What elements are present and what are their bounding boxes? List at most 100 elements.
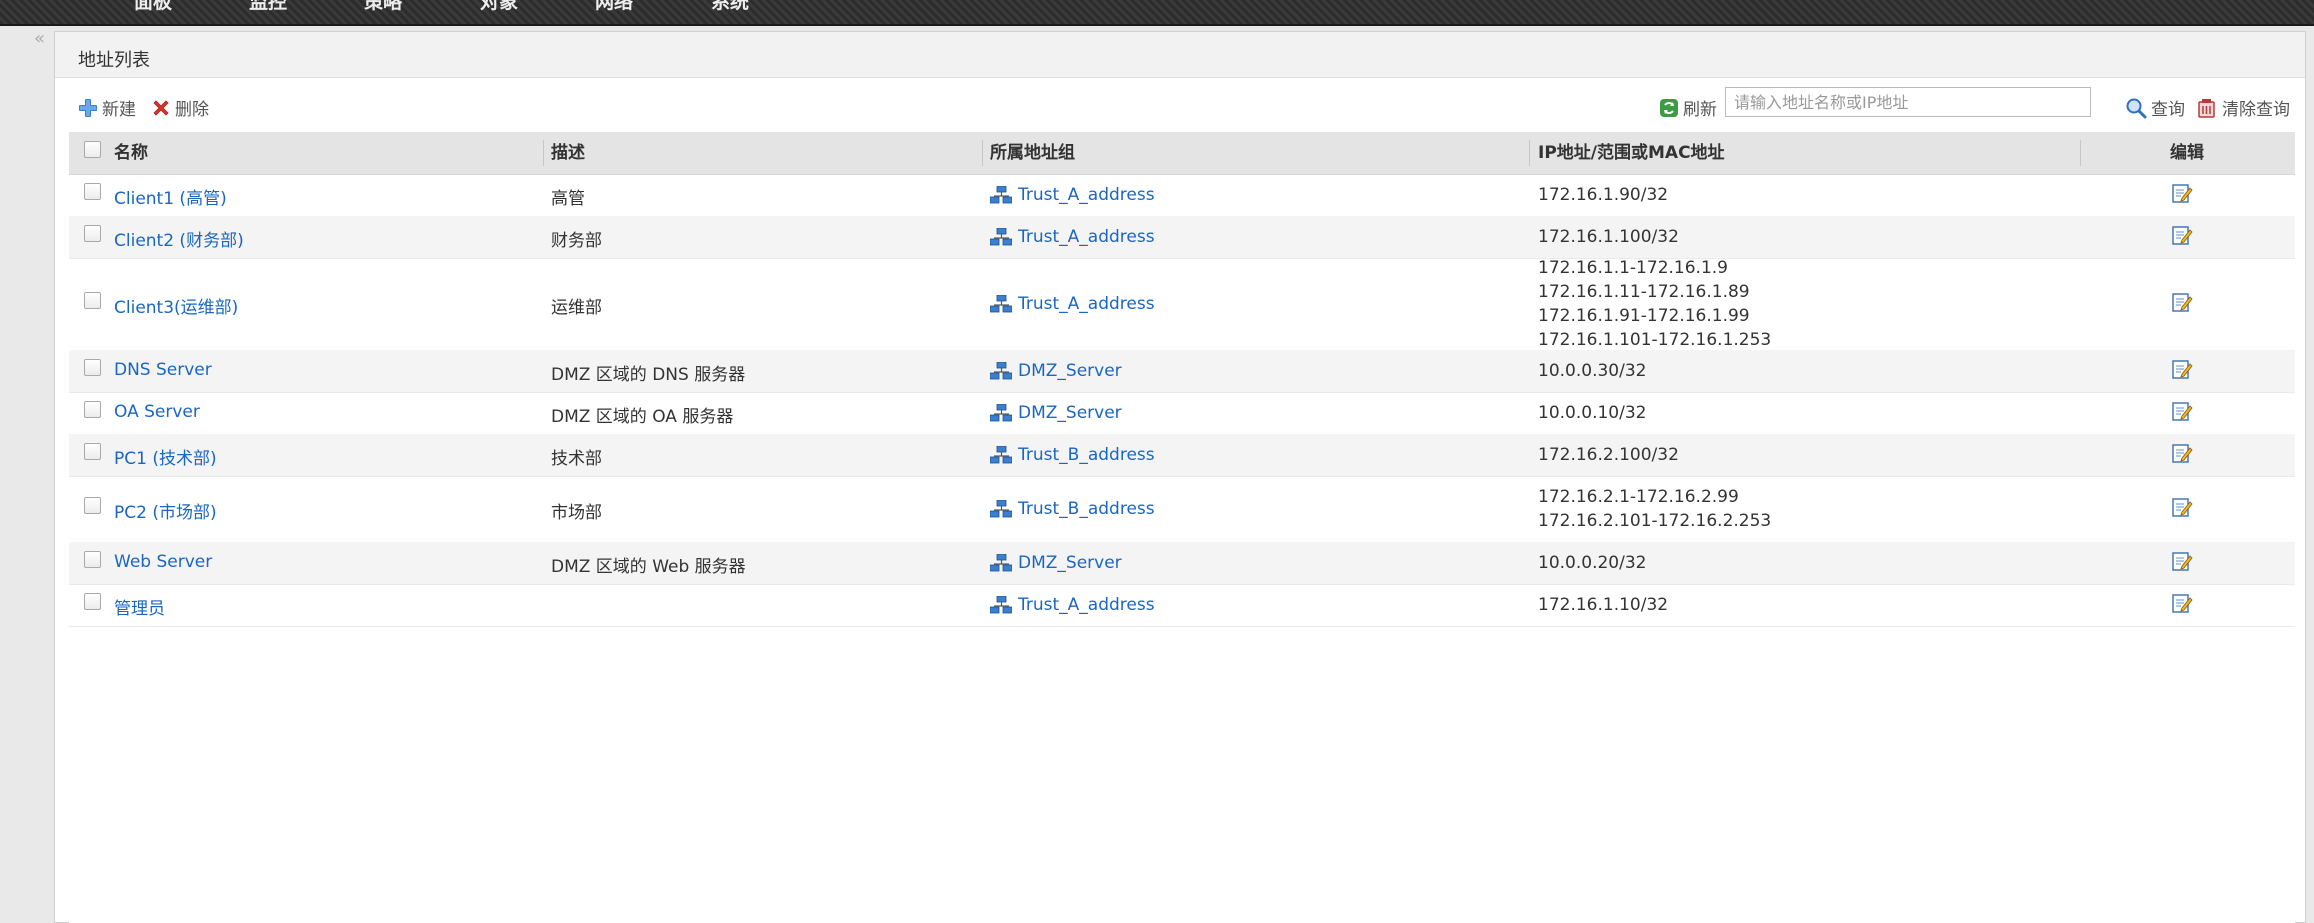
address-group-label: Trust_B_address [1018,499,1155,519]
edit-icon[interactable] [2171,550,2193,576]
table-row: DNS Server DMZ 区域的 DNS 服务器 DMZ_Server 10.0.… [69,350,2295,393]
clear-query-icon [2198,98,2215,118]
address-group-icon [990,228,1012,246]
refresh-label: 刷新 [1683,100,1717,120]
address-group-link[interactable]: Trust_A_address [990,294,1155,314]
address-group-icon [990,500,1012,518]
table-row: PC1 (技术部) 技术部 Trust_B_address 172.16.2.100/… [69,434,2295,477]
column-divider[interactable] [1529,140,1530,166]
row-checkbox[interactable] [84,225,101,242]
search-icon [2126,98,2147,118]
row-checkbox[interactable] [84,359,101,376]
row-checkbox[interactable] [84,443,101,460]
ip-address-cell: 172.16.2.100/32 [1538,443,1679,467]
row-checkbox[interactable] [84,183,101,200]
ip-address-cell: 172.16.1.1-172.16.1.9 172.16.1.11-172.16.… [1538,256,1771,352]
address-group-link[interactable]: Trust_A_address [990,227,1155,247]
nav-item-network[interactable]: 网络 [595,0,633,14]
row-checkbox[interactable] [84,497,101,514]
address-name-link[interactable]: Web Server [114,552,212,572]
address-group-label: Trust_B_address [1018,445,1155,465]
address-name-link[interactable]: 管理员 [114,594,165,619]
ip-address-cell: 10.0.0.10/32 [1538,401,1646,425]
address-group-icon [990,446,1012,464]
row-checkbox[interactable] [84,551,101,568]
table-row: Client3(运维部) 运维部 Trust_A_address 172.16.1.1… [69,258,2295,351]
delete-x-icon [153,99,169,116]
edit-icon[interactable] [2171,224,2193,250]
address-name-link[interactable]: Client3(运维部) [114,293,238,318]
edit-icon[interactable] [2171,358,2193,384]
row-checkbox[interactable] [84,292,101,309]
edit-icon[interactable] [2171,592,2193,618]
ip-address-line: 10.0.0.10/32 [1538,403,1647,423]
address-list-panel: 地址列表 新建 删除 刷新 查询 [54,31,2306,923]
address-group-link[interactable]: Trust_A_address [990,185,1155,205]
address-group-link[interactable]: Trust_A_address [990,595,1155,615]
address-group-label: Trust_A_address [1018,185,1155,205]
column-header-description[interactable]: 描述 [551,132,585,174]
address-group-label: DMZ_Server [1018,403,1122,423]
address-name-link[interactable]: DNS Server [114,360,212,380]
new-button[interactable]: 新建 [78,95,136,120]
ip-address-cell: 172.16.2.1-172.16.2.99 172.16.2.101-172.1… [1538,485,1771,533]
address-description: 高管 [551,189,585,209]
address-group-link[interactable]: Trust_B_address [990,445,1155,465]
delete-button[interactable]: 删除 [151,95,209,120]
clear-query-label: 清除查询 [2222,100,2290,120]
address-group-label: DMZ_Server [1018,553,1122,573]
column-divider[interactable] [543,140,544,166]
page-title: 地址列表 [78,50,150,71]
top-nav-bar: 面板 监控 策略 对象 网络 系统 [0,0,2314,26]
table-empty-area [69,647,2295,923]
address-name-link[interactable]: PC2 (市场部) [114,498,217,523]
left-sidebar-collapsed [0,26,54,923]
address-group-label: Trust_A_address [1018,227,1155,247]
address-group-icon [990,362,1012,380]
address-group-label: DMZ_Server [1018,361,1122,381]
nav-item-dashboard[interactable]: 面板 [134,0,172,14]
address-group-link[interactable]: Trust_B_address [990,499,1155,519]
ip-address-cell: 10.0.0.30/32 [1538,359,1646,383]
address-group-link[interactable]: DMZ_Server [990,553,1122,573]
edit-icon[interactable] [2171,400,2193,426]
address-name-link[interactable]: Client2 (财务部) [114,226,244,251]
address-name-link[interactable]: Client1 (高管) [114,184,227,209]
nav-item-objects[interactable]: 对象 [480,0,518,14]
nav-item-monitor[interactable]: 监控 [249,0,287,14]
nav-item-policy[interactable]: 策略 [364,0,402,14]
row-checkbox[interactable] [84,593,101,610]
address-group-link[interactable]: DMZ_Server [990,361,1122,381]
address-name-link[interactable]: PC1 (技术部) [114,444,217,469]
edit-icon[interactable] [2171,442,2193,468]
table-header: 名称 描述 所属地址组 IP地址/范围或MAC地址 编辑 [69,132,2295,175]
column-header-ip-address[interactable]: IP地址/范围或MAC地址 [1538,132,1725,174]
edit-icon[interactable] [2171,291,2193,317]
query-button[interactable]: 查询 [2125,95,2185,120]
plus-icon [79,98,97,117]
ip-address-line: 172.16.2.1-172.16.2.99 [1538,487,1739,507]
new-button-label: 新建 [102,100,136,120]
table-row: 管理员 Trust_A_address 172.16.1.10/32 [69,584,2295,627]
address-group-icon [990,404,1012,422]
address-group-icon [990,186,1012,204]
edit-icon[interactable] [2171,182,2193,208]
column-header-address-group[interactable]: 所属地址组 [990,132,1075,174]
ip-address-cell: 172.16.1.90/32 [1538,183,1668,207]
select-all-checkbox[interactable] [84,141,101,158]
address-name-link[interactable]: OA Server [114,402,200,422]
column-header-name[interactable]: 名称 [114,132,148,174]
search-input[interactable] [1725,87,2091,117]
sidebar-collapse-icon[interactable]: « [34,30,45,48]
ip-address-line: 10.0.0.20/32 [1538,553,1647,573]
refresh-button[interactable]: 刷新 [1659,95,1717,120]
clear-query-button[interactable]: 清除查询 [2196,95,2290,120]
address-group-link[interactable]: DMZ_Server [990,403,1122,423]
address-description: 技术部 [551,449,602,469]
column-divider[interactable] [2080,140,2081,166]
row-checkbox[interactable] [84,401,101,418]
table-row: OA Server DMZ 区域的 OA 服务器 DMZ_Server 10.0.0.… [69,392,2295,435]
column-divider[interactable] [982,140,983,166]
edit-icon[interactable] [2171,496,2193,522]
nav-item-system[interactable]: 系统 [711,0,749,14]
